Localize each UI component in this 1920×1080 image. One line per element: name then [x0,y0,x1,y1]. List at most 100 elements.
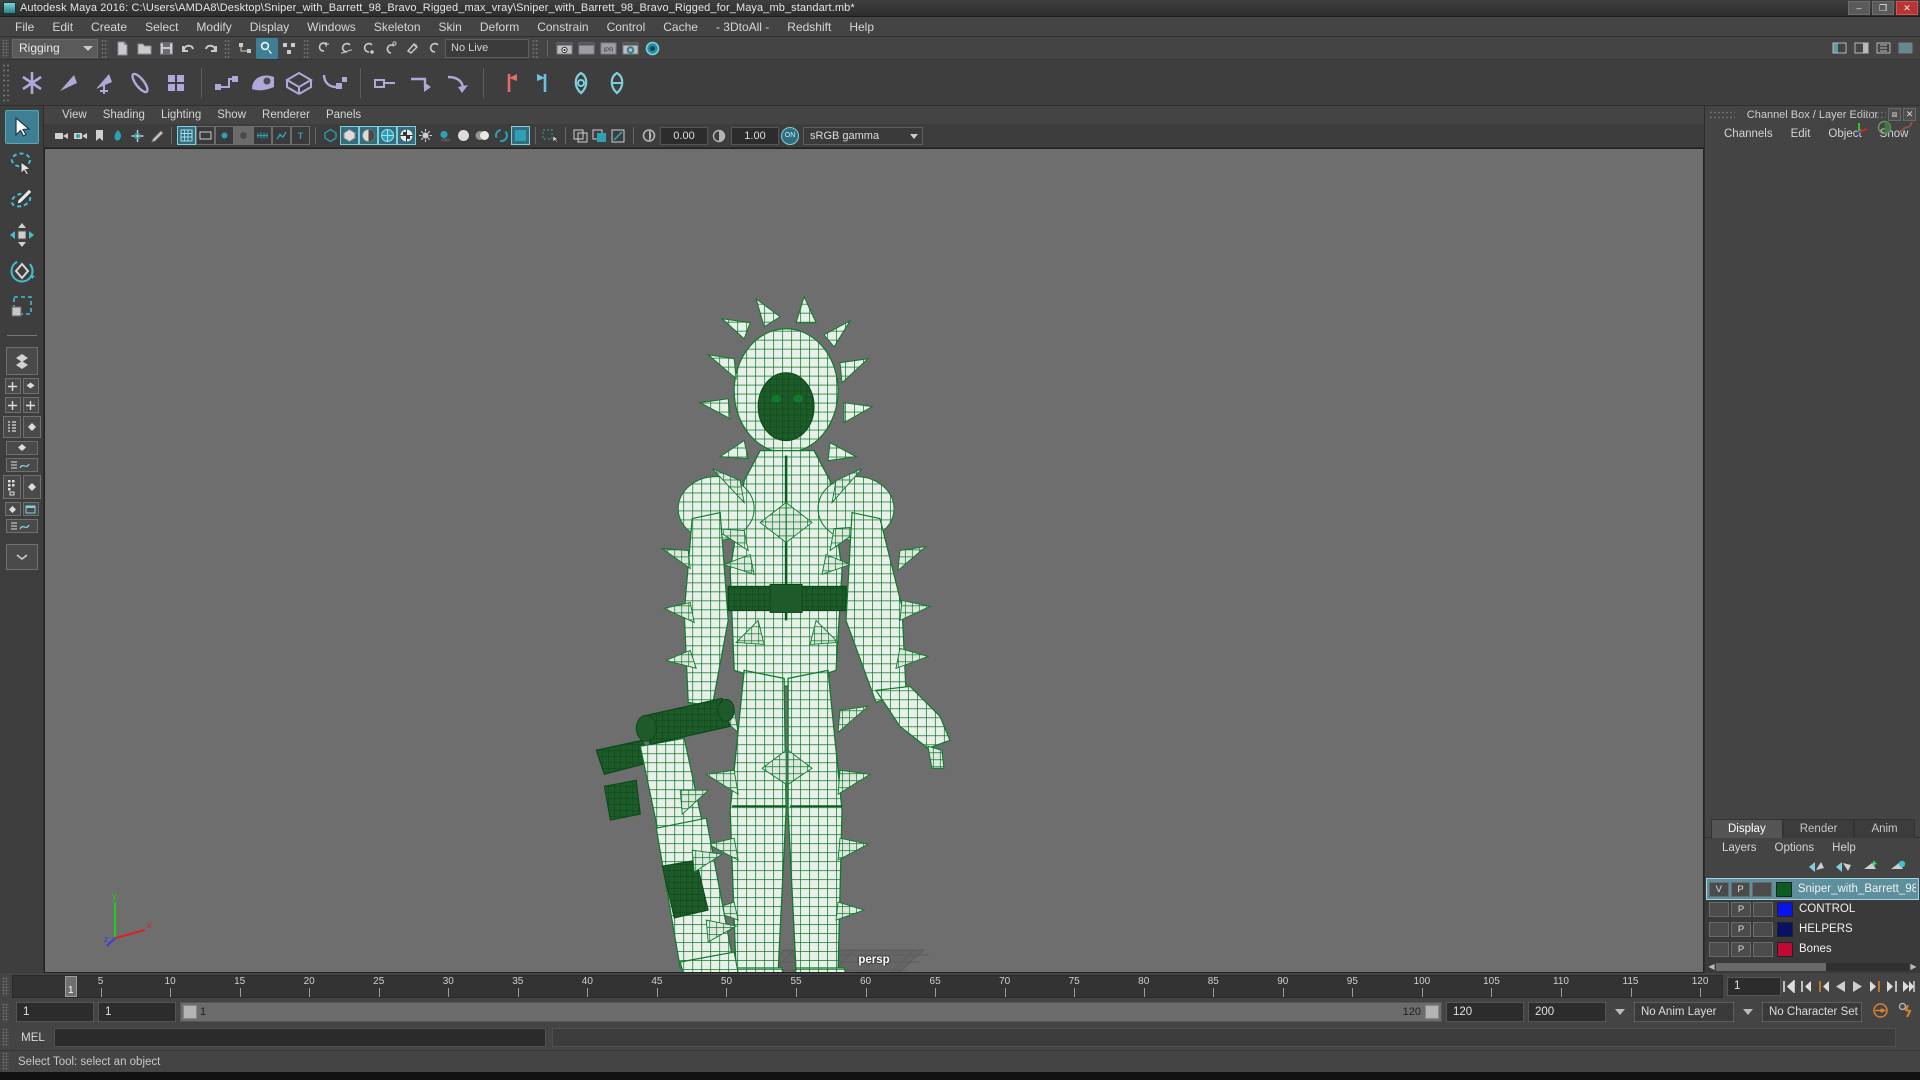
command-input-field[interactable] [54,1028,546,1047]
attribute-editor-toggle-icon[interactable] [1894,38,1916,59]
character-set-chevron-icon[interactable] [1743,1009,1753,1015]
menu-set-selector[interactable]: Rigging [12,38,98,58]
menu-item-skeleton[interactable]: Skeleton [365,17,430,37]
select-by-object-icon[interactable] [256,37,278,59]
range-start-field[interactable]: 1 [98,1002,176,1022]
menu-item-3dtoall[interactable]: - 3DtoAll - [707,17,778,37]
persp-outliner-layout[interactable] [22,416,41,438]
step-forward-frame-icon[interactable] [1866,977,1883,996]
layer-playback-toggle[interactable]: P [1731,921,1751,937]
more-layouts[interactable] [5,544,38,570]
persp-graph-layout[interactable] [5,458,38,472]
play-forwards-icon[interactable] [1849,977,1866,996]
close-button[interactable]: ✕ [1896,1,1918,15]
hypershade-icon[interactable] [641,38,663,59]
exposure-icon[interactable] [639,126,658,145]
layer-menu-options[interactable]: Options [1766,842,1824,854]
menu-item-constrain[interactable]: Constrain [528,17,597,37]
range-end-field[interactable]: 120 [1446,1002,1524,1022]
viewport-menu-show[interactable]: Show [209,106,254,124]
range-slider-grip[interactable] [2,1002,9,1022]
mirror-skin-weights-icon[interactable] [563,65,599,101]
animation-end-field[interactable]: 200 [1528,1002,1606,1022]
graph-editor-layout[interactable] [5,519,38,533]
layer-color-swatch[interactable] [1777,921,1793,937]
xray-active-components-icon[interactable] [272,126,291,145]
paint-select-tool[interactable] [5,182,39,216]
menu-item-control[interactable]: Control [598,17,655,37]
single-perspective-layout[interactable] [5,347,38,375]
ik-rp-solver-icon[interactable] [281,65,317,101]
snap-to-curve-icon[interactable] [335,38,357,59]
screen-space-ao-icon[interactable] [454,126,473,145]
character-set-selector[interactable]: No Character Set [1762,1002,1862,1022]
layer-display-type-toggle[interactable] [1752,881,1773,897]
maximize-button[interactable]: ❐ [1872,1,1894,15]
render-sequence-icon[interactable] [575,38,597,59]
channel-box-icon[interactable] [1877,120,1892,138]
anim-layer-selector[interactable]: No Anim Layer [1634,1002,1734,1022]
layer-display-type-toggle[interactable] [1753,941,1773,957]
render-view-icon[interactable] [553,38,575,59]
manipulator-icon[interactable] [1855,120,1870,138]
layer-row[interactable]: P Bones [1707,939,1918,959]
outliner-persp-layout[interactable] [22,378,39,394]
move-tool[interactable] [5,218,39,252]
render-settings-icon[interactable] [619,38,641,59]
xray-components-icon[interactable] [590,126,609,145]
camera-attributes-icon[interactable] [71,126,90,145]
menu-item-modify[interactable]: Modify [187,17,240,37]
interactive-bind-icon[interactable] [404,65,440,101]
film-gate-icon[interactable] [196,126,215,145]
sidebar-toggle-icon[interactable] [1850,38,1872,59]
exposure-value-field[interactable]: 0.00 [660,126,708,145]
menu-item-display[interactable]: Display [241,17,298,37]
ik-handle-icon[interactable] [209,65,245,101]
select-by-hierarchy-icon[interactable] [234,38,256,59]
layer-playback-toggle[interactable]: P [1730,881,1751,897]
snap-to-grid-icon[interactable] [313,38,335,59]
detach-skin-icon[interactable] [440,65,476,101]
command-language-label[interactable]: MEL [12,1032,54,1044]
range-slider-bar[interactable]: 1 120 [180,1002,1442,1022]
range-right-handle[interactable] [1425,1005,1439,1019]
animation-start-field[interactable]: 1 [16,1002,94,1022]
shadows-icon[interactable] [435,126,454,145]
menu-item-file[interactable]: File [6,17,43,37]
scale-tool[interactable] [5,290,39,324]
channel-box-content-area[interactable] [1705,144,1920,819]
undo-icon[interactable] [177,38,199,59]
color-management-selector[interactable]: sRGB gamma [803,126,923,145]
bind-skin-icon[interactable] [368,65,404,101]
snap-to-view-plane-icon[interactable] [423,38,445,59]
step-forward-keyframe-icon[interactable] [1883,977,1900,996]
current-frame-field[interactable]: 1 [1727,976,1781,996]
texture-toggle-icon[interactable]: T [291,126,310,145]
layer-color-swatch[interactable] [1776,881,1792,897]
layer-playback-toggle[interactable]: P [1731,901,1751,917]
four-view-layout[interactable] [4,378,21,394]
move-layer-down-icon[interactable] [1836,860,1852,876]
render-view-layout[interactable] [22,502,39,516]
persp-render-layout[interactable] [4,502,21,516]
live-surface-field[interactable]: No Live Surface [445,38,529,71]
menu-item-redshift[interactable]: Redshift [778,17,840,37]
hypergraph-layout[interactable] [2,475,21,499]
scroll-thumb[interactable] [1716,963,1826,971]
time-slider-grip[interactable] [2,976,9,996]
viewport-menu-shading[interactable]: Shading [95,106,153,124]
scroll-trough[interactable] [1716,963,1909,971]
new-layer-icon[interactable] [1863,860,1879,876]
texture-mode-icon[interactable] [397,126,416,145]
menu-item-windows[interactable]: Windows [298,17,365,37]
playback-options-chevron-icon[interactable] [1615,1009,1625,1015]
new-layer-from-selected-icon[interactable] [1890,860,1906,876]
layer-display-type-toggle[interactable] [1753,921,1773,937]
isolate-select-icon[interactable] [511,126,530,145]
menu-item-deform[interactable]: Deform [471,17,528,37]
scroll-left-icon[interactable]: ◀ [1707,962,1716,972]
wireframe-shading-icon[interactable] [321,126,340,145]
motion-blur-icon[interactable] [473,126,492,145]
minimize-button[interactable]: – [1848,1,1870,15]
layer-color-swatch[interactable] [1777,901,1793,917]
